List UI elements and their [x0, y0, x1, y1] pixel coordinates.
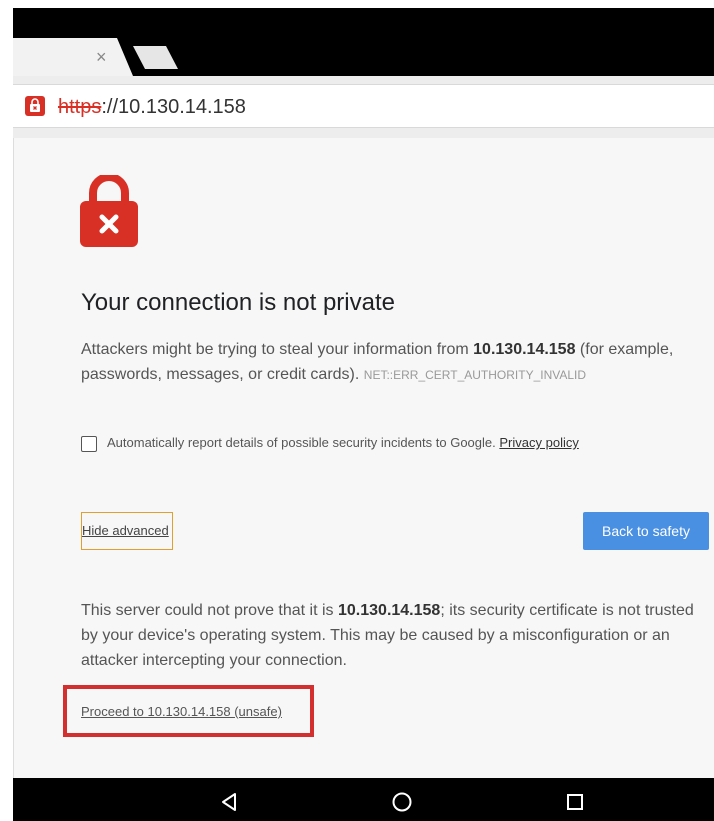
page-title: Your connection is not private: [81, 289, 395, 316]
back-to-safety-button[interactable]: Back to safety: [583, 512, 709, 550]
active-tab[interactable]: [13, 38, 133, 76]
error-code: NET::ERR_CERT_AUTHORITY_INVALID: [363, 368, 587, 382]
back-triangle-icon[interactable]: [217, 790, 241, 814]
url-host: ://10.130.14.158: [101, 96, 246, 118]
broken-lock-icon: [80, 175, 138, 247]
detail-prefix: This server could not prove that it is: [81, 602, 338, 619]
proceed-unsafe-link[interactable]: Proceed to 10.130.14.158 (unsafe): [81, 704, 282, 720]
report-checkbox-row: Automatically report details of possible…: [81, 434, 701, 454]
checkbox-label: Automatically report details of possible…: [107, 434, 579, 452]
url-text[interactable]: https://10.130.14.158: [58, 94, 246, 120]
detail-host: 10.130.14.158: [338, 602, 441, 619]
left-white-margin: [0, 0, 13, 821]
privacy-policy-link[interactable]: Privacy policy: [499, 435, 578, 450]
top-white-margin: [0, 0, 714, 8]
home-circle-icon[interactable]: [390, 790, 414, 814]
warning-description: Attackers might be trying to steal your …: [81, 337, 701, 388]
report-checkbox[interactable]: [81, 436, 97, 452]
tab-close-icon[interactable]: ×: [96, 45, 107, 69]
body-prefix: Attackers might be trying to steal your …: [81, 341, 474, 358]
advanced-details: This server could not prove that it is 1…: [81, 598, 709, 673]
host-name: 10.130.14.158: [473, 341, 576, 358]
system-nav-bar: [13, 778, 714, 821]
not-secure-icon[interactable]: [25, 96, 45, 116]
checkbox-text: Automatically report details of possible…: [107, 435, 496, 450]
recents-square-icon[interactable]: [563, 790, 587, 814]
android-chrome-screen: × https://10.130.14.158 Your connection …: [0, 0, 714, 821]
new-tab-icon[interactable]: [130, 45, 180, 70]
hide-advanced-button[interactable]: Hide advanced: [81, 512, 173, 550]
url-scheme: https: [58, 96, 102, 118]
